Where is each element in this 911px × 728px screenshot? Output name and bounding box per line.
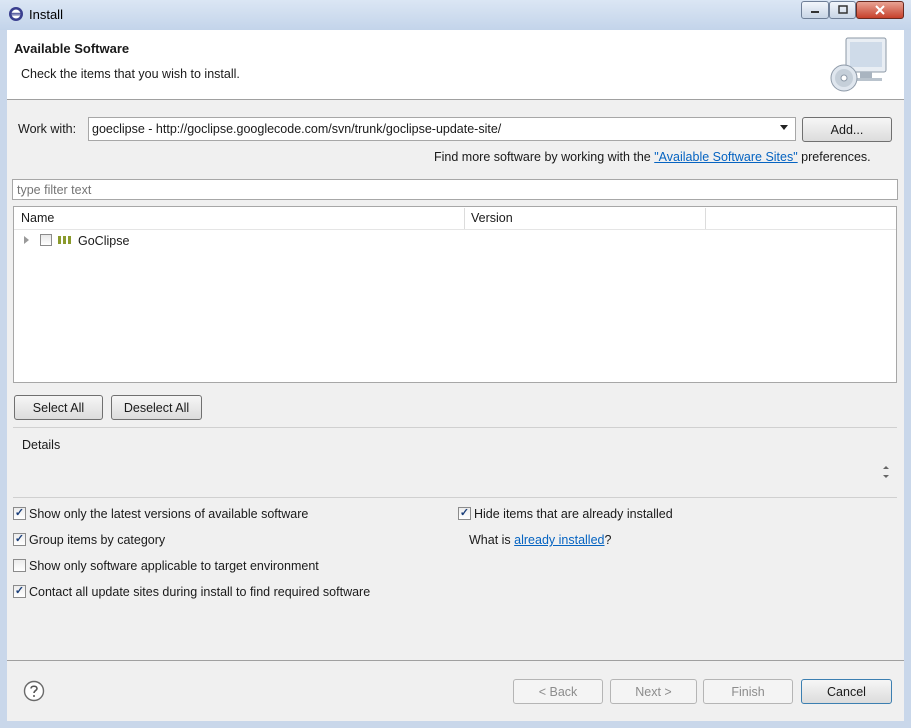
select-all-button[interactable]: Select All xyxy=(14,395,103,420)
column-divider[interactable] xyxy=(705,208,706,229)
latest-versions-checkbox[interactable]: ✓ xyxy=(13,507,26,520)
footer-divider xyxy=(7,660,904,661)
finish-button[interactable]: Finish xyxy=(703,679,793,704)
table-row-name[interactable]: GoClipse xyxy=(78,234,129,248)
target-environment-label[interactable]: Show only software applicable to target … xyxy=(29,559,319,573)
page-description: Check the items that you wish to install… xyxy=(21,67,240,81)
available-software-sites-link[interactable]: "Available Software Sites" xyxy=(654,150,797,164)
wizard-header xyxy=(7,30,904,100)
close-icon xyxy=(875,5,885,15)
table-header xyxy=(14,207,896,230)
what-is-text: What is already installed? xyxy=(469,533,611,547)
cd-monitor-icon xyxy=(830,37,887,92)
deselect-all-button[interactable]: Deselect All xyxy=(111,395,202,420)
what-is-prefix: What is xyxy=(469,533,515,547)
minimize-button[interactable] xyxy=(801,1,829,19)
contact-update-sites-checkbox[interactable]: ✓ xyxy=(13,585,26,598)
title-bar xyxy=(0,0,911,30)
details-divider xyxy=(13,497,897,498)
group-by-category-checkbox[interactable]: ✓ xyxy=(13,533,26,546)
details-divider xyxy=(13,427,897,428)
row-checkbox[interactable] xyxy=(40,234,52,246)
work-with-label: Work with: xyxy=(18,122,77,136)
maximize-button[interactable] xyxy=(829,1,856,19)
find-more-text: Find more software by working with the "… xyxy=(434,150,871,164)
cancel-button[interactable]: Cancel xyxy=(801,679,892,704)
column-header-version[interactable]: Version xyxy=(471,211,513,225)
category-icon xyxy=(58,236,71,244)
eclipse-icon xyxy=(9,7,23,21)
software-tree-table[interactable] xyxy=(13,206,897,383)
close-button[interactable] xyxy=(856,1,904,19)
minimize-icon xyxy=(811,11,819,13)
page-title: Available Software xyxy=(14,41,130,56)
hide-installed-label[interactable]: Hide items that are already installed xyxy=(474,507,673,521)
work-with-value: goeclipse - http://goclipse.googlecode.c… xyxy=(92,122,502,136)
find-more-suffix: preferences. xyxy=(797,150,871,164)
expand-arrow-icon[interactable] xyxy=(24,236,29,244)
find-more-prefix: Find more software by working with the xyxy=(434,150,655,164)
window-title: Install xyxy=(29,7,63,22)
target-environment-checkbox[interactable] xyxy=(13,559,26,572)
group-by-category-label[interactable]: Group items by category xyxy=(29,533,165,547)
help-icon[interactable] xyxy=(23,680,45,702)
column-divider[interactable] xyxy=(464,208,465,229)
chevron-down-icon[interactable] xyxy=(780,125,788,130)
hide-installed-checkbox[interactable]: ✓ xyxy=(458,507,471,520)
already-installed-link[interactable]: already installed xyxy=(514,533,604,547)
add-button[interactable]: Add... xyxy=(802,117,892,142)
back-button[interactable]: < Back xyxy=(513,679,603,704)
scroll-arrows-icon[interactable] xyxy=(880,462,892,482)
filter-input[interactable] xyxy=(12,179,898,200)
details-label: Details xyxy=(22,438,61,452)
what-is-suffix: ? xyxy=(604,533,612,547)
maximize-icon xyxy=(837,5,848,14)
latest-versions-label[interactable]: Show only the latest versions of availab… xyxy=(29,507,308,521)
column-header-name[interactable]: Name xyxy=(21,211,54,225)
next-button[interactable]: Next > xyxy=(610,679,697,704)
contact-update-sites-label[interactable]: Contact all update sites during install … xyxy=(29,585,370,599)
